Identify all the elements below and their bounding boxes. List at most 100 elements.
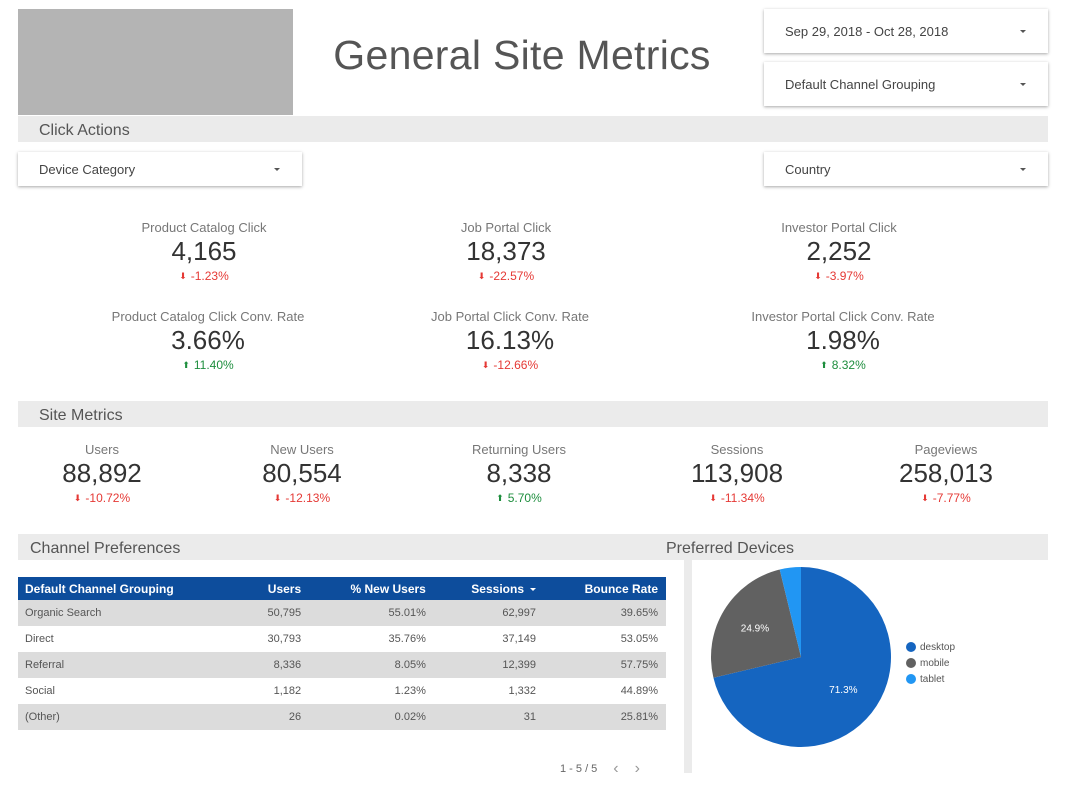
cell-bounce-rate: 53.05% — [620, 633, 658, 645]
scorecard-label: Investor Portal Click Conv. Rate — [751, 309, 935, 324]
scorecard: New Users 80,554 ⬇ -12.13% — [182, 442, 422, 506]
column-header-sessions[interactable]: Sessions — [434, 577, 544, 600]
scorecard-label: Product Catalog Click Conv. Rate — [111, 309, 305, 324]
arrow-down-icon: ⬇ — [73, 493, 82, 503]
scorecard-value: 2,252 — [806, 236, 872, 266]
scorecard: Job Portal Click 18,373 ⬇ -22.57% — [386, 220, 626, 284]
scorecard-delta: ⬆ 8.32% — [820, 358, 866, 372]
prev-page-icon[interactable]: ‹ — [613, 761, 618, 777]
scorecard: Job Portal Click Conv. Rate 16.13% ⬇ -12.66… — [390, 309, 630, 373]
channel-grouping-dropdown[interactable]: Default Channel Grouping — [764, 62, 1048, 106]
date-range-dropdown[interactable]: Sep 29, 2018 - Oct 28, 2018 — [764, 9, 1048, 53]
scorecard-label: Job Portal Click Conv. Rate — [431, 309, 589, 324]
table-pagination: 1 - 5 / 5 ‹ › — [560, 761, 640, 777]
cell-new-users: 1.23% — [394, 685, 426, 697]
table-row[interactable]: Social 1,182 1.23% 1,332 44.89% — [18, 678, 666, 704]
column-header-sessions-label: Sessions — [471, 581, 524, 596]
chevron-down-icon — [1020, 167, 1026, 171]
chevron-down-icon — [1020, 82, 1026, 86]
sort-desc-icon — [530, 587, 536, 591]
scorecard-value: 4,165 — [171, 236, 237, 266]
cell-users: 30,793 — [267, 633, 302, 645]
channel-table: Default Channel Grouping Users % New Use… — [18, 577, 666, 730]
device-category-dropdown[interactable]: Device Category — [18, 152, 302, 186]
logo-placeholder — [18, 9, 293, 115]
cell-sessions: 62,997 — [502, 607, 536, 619]
device-pie-chart: 71.3% 24.9% — [711, 567, 891, 747]
arrow-down-icon: ⬇ — [921, 493, 929, 503]
arrow-down-icon: ⬇ — [481, 360, 490, 370]
channel-grouping-value: Default Channel Grouping — [785, 76, 936, 92]
section-header-preferred-devices: Preferred Devices — [648, 534, 1048, 560]
column-header-users[interactable]: Users — [241, 577, 309, 600]
arrow-down-icon: ⬇ — [814, 271, 822, 281]
arrow-down-icon: ⬇ — [273, 493, 282, 503]
scorecard-label: New Users — [270, 442, 334, 457]
legend-swatch-icon — [906, 674, 916, 684]
table-row[interactable]: (Other) 26 0.02% 31 25.81% — [18, 704, 666, 730]
scorecard-value: 3.66% — [171, 325, 245, 355]
scorecard-label: Pageviews — [914, 442, 978, 457]
legend-swatch-icon — [906, 642, 916, 652]
cell-new-users: 55.01% — [388, 607, 426, 619]
cell-new-users: 35.76% — [388, 633, 426, 645]
next-page-icon[interactable]: › — [635, 761, 640, 777]
legend-item-desktop[interactable]: desktop — [906, 639, 955, 655]
scorecard-value: 258,013 — [899, 458, 993, 488]
scorecard: Product Catalog Click 4,165 ⬇ -1.23% — [84, 220, 324, 284]
scorecard-delta: ⬇ -1.23% — [179, 269, 229, 283]
scorecard-delta: ⬇ -10.72% — [74, 491, 130, 505]
cell-channel: (Other) — [25, 711, 60, 723]
cell-new-users: 8.05% — [394, 659, 426, 671]
legend-item-tablet[interactable]: tablet — [906, 671, 955, 687]
cell-sessions: 1,332 — [508, 685, 536, 697]
scorecard-delta-value: -7.77% — [932, 491, 971, 505]
arrow-up-icon: ⬆ — [182, 360, 190, 370]
table-row[interactable]: Referral 8,336 8.05% 12,399 57.75% — [18, 652, 666, 678]
column-header-bounce-rate[interactable]: Bounce Rate — [544, 577, 666, 600]
pie-legend: desktop mobile tablet — [906, 639, 955, 687]
table-row[interactable]: Direct 30,793 35.76% 37,149 53.05% — [18, 626, 666, 652]
scorecard: Investor Portal Click Conv. Rate 1.98% ⬆ 8.… — [723, 309, 963, 373]
scorecard-value: 1.98% — [806, 325, 880, 355]
cell-channel: Organic Search — [25, 607, 102, 619]
scorecard-delta-value: -22.57% — [489, 269, 535, 283]
scorecard-label: Sessions — [710, 442, 764, 457]
column-header-new-users[interactable]: % New Users — [309, 577, 434, 600]
country-dropdown[interactable]: Country — [764, 152, 1048, 186]
scorecard: Returning Users 8,338 ⬆ 5.70% — [399, 442, 639, 506]
cell-new-users: 0.02% — [394, 711, 426, 723]
cell-bounce-rate: 57.75% — [620, 659, 658, 671]
scorecard-delta: ⬇ -22.57% — [478, 269, 534, 283]
scorecard-delta-value: 8.32% — [831, 358, 866, 372]
table-row[interactable]: Organic Search 50,795 55.01% 62,997 39.65% — [18, 600, 666, 626]
table-header-row: Default Channel Grouping Users % New Use… — [18, 577, 666, 600]
column-header-channel[interactable]: Default Channel Grouping — [18, 577, 241, 600]
legend-label: tablet — [920, 673, 945, 685]
legend-item-mobile[interactable]: mobile — [906, 655, 955, 671]
scorecard-delta-value: -3.97% — [825, 269, 864, 283]
scorecard-delta-value: -1.23% — [190, 269, 229, 283]
country-value: Country — [785, 161, 831, 177]
scorecard-value: 18,373 — [466, 236, 546, 266]
cell-users: 50,795 — [267, 607, 302, 619]
arrow-up-icon: ⬆ — [496, 493, 504, 503]
scorecard-value: 113,908 — [690, 458, 784, 488]
cell-users: 26 — [288, 711, 302, 723]
panel-divider — [684, 560, 692, 773]
scorecard-delta: ⬇ -12.13% — [274, 491, 330, 505]
cell-users: 8,336 — [273, 659, 302, 671]
page-title: General Site Metrics — [333, 32, 711, 78]
cell-bounce-rate: 39.65% — [620, 607, 658, 619]
cell-sessions: 31 — [523, 711, 536, 723]
scorecard: Sessions 113,908 ⬇ -11.34% — [617, 442, 857, 506]
pie-label-desktop: 71.3% — [829, 685, 857, 696]
pie-label-mobile: 24.9% — [741, 623, 769, 634]
cell-channel: Direct — [25, 633, 54, 645]
scorecard-delta: ⬇ -3.97% — [814, 269, 864, 283]
section-header-site-metrics: Site Metrics — [18, 401, 1048, 427]
section-header-click-actions: Click Actions — [18, 116, 1048, 142]
scorecard: Pageviews 258,013 ⬇ -7.77% — [826, 442, 1066, 506]
scorecard-value: 16.13% — [465, 325, 555, 355]
arrow-up-icon: ⬆ — [820, 360, 828, 370]
